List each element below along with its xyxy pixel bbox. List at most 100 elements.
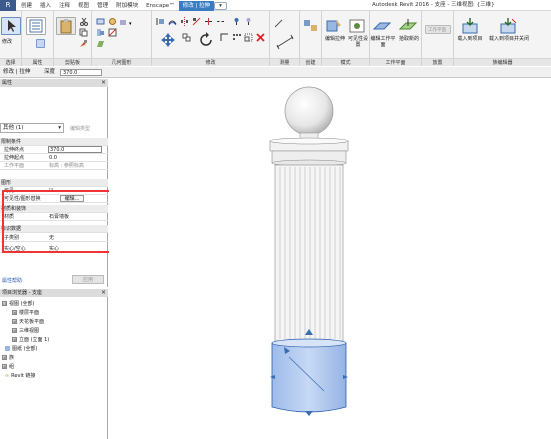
- type-selector[interactable]: 其他 (1) ▾: [0, 123, 64, 133]
- tab-enscape[interactable]: Enscape™: [142, 1, 179, 11]
- ribbon-toggle-dropdown[interactable]: ▾: [214, 2, 227, 10]
- tree-views[interactable]: ⊟ 视图 (全部): [2, 301, 35, 308]
- panel-work-plane: 编辑工作平面 拾取新的 工作平面: [370, 11, 422, 66]
- options-bar: 修改 | 拉伸 深度 370.0: [0, 67, 551, 78]
- tab-annotate[interactable]: 注释: [55, 1, 74, 11]
- extrusion-end-input[interactable]: 370.0: [48, 146, 102, 153]
- align-icon[interactable]: [156, 17, 165, 26]
- panel-properties: 属性: [22, 11, 54, 66]
- cut-icon[interactable]: [79, 17, 88, 26]
- join-icon[interactable]: [96, 28, 105, 37]
- panel-label-modify[interactable]: 修改: [152, 58, 269, 66]
- panel-label-clipboard[interactable]: 剪贴板: [54, 58, 91, 66]
- panel-select: 修改 选择: [0, 11, 22, 66]
- delete-icon[interactable]: [256, 33, 265, 42]
- array-icon[interactable]: [232, 33, 241, 42]
- load-and-close-icon[interactable]: [498, 17, 518, 35]
- tab-view[interactable]: 视图: [74, 1, 93, 11]
- visibility-settings-icon[interactable]: [347, 17, 367, 35]
- expand-icon[interactable]: ⊞: [12, 337, 17, 342]
- tree-groups[interactable]: ⊞ 组: [2, 364, 14, 371]
- tab-addins[interactable]: 附加模块: [112, 1, 142, 11]
- panel-label-properties[interactable]: 属性: [22, 58, 53, 66]
- tab-manage[interactable]: 管理: [93, 1, 112, 11]
- panel-label-select[interactable]: 选择: [0, 58, 21, 66]
- panel-label-work-plane[interactable]: 工作平面: [370, 58, 421, 66]
- cut-geometry-icon[interactable]: [108, 17, 117, 26]
- paste-button[interactable]: [56, 17, 76, 35]
- tree-3d-views[interactable]: ⊞ 三维视图: [12, 328, 39, 335]
- edit-work-plane-icon[interactable]: [372, 17, 392, 35]
- edit-extrusion-icon[interactable]: [324, 17, 344, 35]
- pick-new-icon[interactable]: [398, 17, 418, 35]
- panel-clipboard: 剪贴板: [54, 11, 92, 66]
- edit-type-button[interactable]: 编辑类型: [70, 125, 90, 132]
- group-graphics[interactable]: 图形: [0, 179, 108, 187]
- dimension-icon[interactable]: [275, 33, 295, 51]
- tree-ceiling-plans[interactable]: ⊞ 天花板平面: [12, 319, 44, 326]
- paste-icon: [60, 19, 72, 34]
- properties-help-link[interactable]: 属性帮助: [2, 277, 22, 284]
- 3d-viewport[interactable]: [109, 79, 551, 439]
- measure-icon[interactable]: [274, 19, 283, 28]
- expand-icon[interactable]: ⊞: [12, 328, 17, 333]
- split-face-icon[interactable]: [108, 28, 117, 37]
- tree-elevations[interactable]: ⊞ 立面 (立面 1): [12, 337, 49, 344]
- trim-icon[interactable]: [220, 33, 229, 42]
- pick-new-label: 拾取新的: [398, 36, 419, 42]
- expand-icon[interactable]: ⊞: [12, 319, 17, 324]
- panel-label-mode[interactable]: 模式: [322, 58, 369, 66]
- property-row[interactable]: 工作平面 标高 : 参照标高: [0, 162, 108, 170]
- panel-label-create[interactable]: 创建: [300, 58, 321, 66]
- unpin-icon[interactable]: [244, 17, 253, 26]
- properties-button[interactable]: [26, 17, 46, 35]
- extrusion-start-value[interactable]: 0.0: [49, 154, 57, 162]
- work-plane-dropdown[interactable]: 工作平面: [425, 25, 451, 34]
- split-gap-icon[interactable]: [216, 17, 225, 26]
- move-icon[interactable]: [158, 31, 178, 49]
- scale-icon[interactable]: [244, 33, 253, 42]
- property-row[interactable]: 拉伸起点 0.0: [0, 154, 108, 162]
- tree-sheets[interactable]: 图纸 (全部): [5, 346, 38, 353]
- panel-label-measure[interactable]: 测量: [270, 58, 299, 66]
- expand-icon[interactable]: ⊞: [12, 310, 17, 315]
- tree-floor-plans[interactable]: ⊞ 楼层平面: [12, 310, 39, 317]
- panel-label-geometry[interactable]: 几何图形: [92, 58, 151, 66]
- rotate-icon[interactable]: [196, 31, 216, 49]
- group-constraints[interactable]: 限制条件: [0, 138, 108, 146]
- close-icon[interactable]: ×: [101, 79, 106, 87]
- mirror-draw-icon[interactable]: [192, 17, 201, 26]
- panel-label-family-editor[interactable]: 族编辑器: [454, 58, 551, 66]
- panel-modify: 修改: [152, 11, 270, 66]
- copy-element-icon[interactable]: [182, 33, 191, 42]
- offset-icon[interactable]: [168, 17, 177, 26]
- tab-modify-extrusion[interactable]: 修改 | 拉伸: [178, 1, 215, 11]
- property-row[interactable]: 拉伸终点 370.0: [0, 146, 108, 154]
- tab-insert[interactable]: 插入: [36, 1, 55, 11]
- panel-label-placement[interactable]: 放置: [422, 58, 453, 66]
- cope-icon[interactable]: [96, 17, 105, 26]
- pin-icon[interactable]: [232, 17, 241, 26]
- baluster-model[interactable]: [109, 79, 551, 439]
- load-into-project-icon[interactable]: [460, 17, 480, 35]
- split-icon[interactable]: [204, 17, 213, 26]
- modify-button[interactable]: [1, 17, 21, 35]
- type-properties-button[interactable]: [36, 39, 45, 48]
- tab-create[interactable]: 创建: [17, 1, 36, 11]
- collapse-icon[interactable]: ⊟: [2, 301, 7, 306]
- copy-icon[interactable]: [79, 28, 88, 37]
- tree-revit-links[interactable]: ∞ Revit 链接: [5, 373, 35, 380]
- apply-button[interactable]: 应用: [72, 275, 104, 284]
- expand-icon[interactable]: ⊞: [2, 364, 7, 369]
- match-properties-icon[interactable]: [79, 39, 88, 48]
- geometry-dropdown[interactable]: ▾: [120, 19, 148, 27]
- paint-icon[interactable]: [96, 39, 105, 48]
- tree-families[interactable]: ⊞ 族: [2, 355, 14, 362]
- application-menu-button[interactable]: R: [0, 0, 16, 11]
- create-group-icon[interactable]: [301, 17, 321, 35]
- expand-icon[interactable]: ⊞: [2, 355, 7, 360]
- depth-label: 深度: [44, 69, 56, 75]
- close-icon[interactable]: ×: [101, 289, 106, 297]
- depth-input[interactable]: 370.0: [60, 69, 102, 76]
- mirror-axis-icon[interactable]: [180, 17, 189, 26]
